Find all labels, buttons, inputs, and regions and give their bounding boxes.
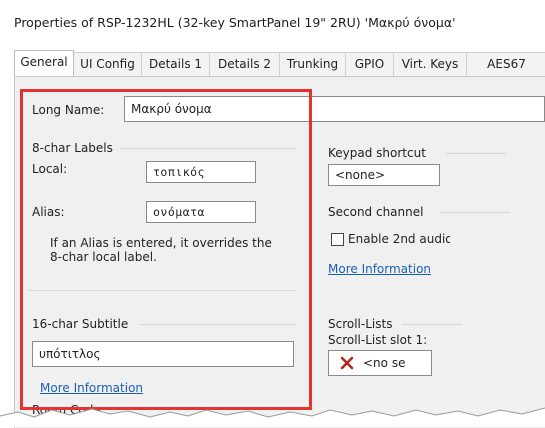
second-channel-border bbox=[440, 212, 510, 213]
window-title: Properties of RSP-1232HL (32-key SmartPa… bbox=[14, 15, 456, 30]
tab-trunking[interactable]: Trunking bbox=[279, 52, 346, 76]
tab-virt-keys[interactable]: Virt. Keys bbox=[393, 52, 467, 76]
keypad-group-border bbox=[446, 153, 506, 154]
properties-window: { "window": { "title": "Properties of RS… bbox=[0, 0, 545, 428]
second-channel-more-info-link[interactable]: More Information bbox=[328, 262, 431, 276]
tab-details-1[interactable]: Details 1 bbox=[141, 52, 210, 76]
scroll-list-slot-value: <no se bbox=[363, 356, 406, 370]
tab-details-2[interactable]: Details 2 bbox=[209, 52, 280, 76]
tab-ui-config[interactable]: UI Config bbox=[73, 52, 142, 76]
tab-strip: General UI Config Details 1 Details 2 Tr… bbox=[14, 50, 545, 76]
highlight-box bbox=[20, 89, 312, 410]
keypad-shortcut-select[interactable]: <none> bbox=[328, 164, 440, 186]
tab-general[interactable]: General bbox=[14, 50, 74, 76]
enable-2nd-audio-label: Enable 2nd audio ch bbox=[348, 232, 450, 246]
keypad-group-title: Keypad shortcut bbox=[328, 146, 426, 160]
second-channel-title: Second channel bbox=[328, 205, 424, 219]
scroll-lists-title: Scroll-Lists bbox=[328, 317, 393, 331]
tab-aes67[interactable]: AES67 bbox=[466, 52, 545, 76]
enable-2nd-audio-checkbox[interactable] bbox=[331, 233, 344, 246]
torn-edge bbox=[0, 407, 545, 427]
tab-gpio[interactable]: GPIO bbox=[345, 52, 394, 76]
scroll-list-slot-label: Scroll-List slot 1: bbox=[328, 333, 428, 347]
red-x-icon bbox=[340, 356, 354, 370]
scroll-lists-border bbox=[402, 324, 462, 325]
